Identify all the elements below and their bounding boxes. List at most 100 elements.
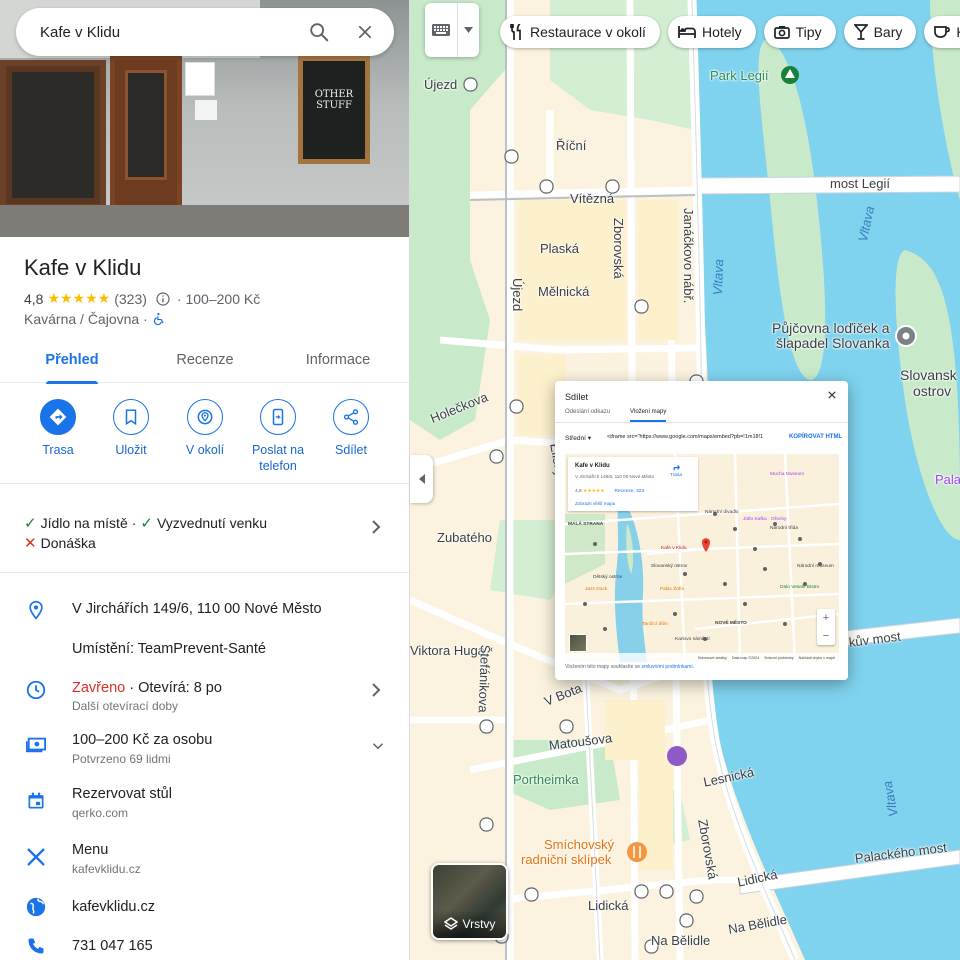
embed-code-field[interactable] <box>606 430 784 444</box>
share-dialog: Sdílet Odeslání odkazu Vložení mapy Stře… <box>555 381 848 680</box>
layers-label: Vrstvy <box>462 917 496 931</box>
collapse-panel-button[interactable] <box>410 455 433 503</box>
embed-map-label: Slovanský ostrov <box>651 564 688 569</box>
zoom-out-button[interactable]: − <box>817 627 835 645</box>
map-label: Lidická <box>588 898 629 913</box>
tab-about[interactable]: Informace <box>303 336 373 383</box>
category-row: Kavárna / Čajovna · <box>24 311 166 327</box>
close-icon <box>358 25 372 39</box>
photo-window <box>0 60 106 210</box>
share-label: Sdílet <box>335 443 367 457</box>
embed-larger-map-link[interactable]: Zobrazit větší mapu <box>575 501 615 506</box>
wheelchair-icon <box>153 312 164 326</box>
map-label-island[interactable]: ostrov <box>913 383 951 399</box>
address-row[interactable]: V Jirchářích 149/6, 110 00 Nové Město <box>0 592 409 628</box>
location-pin-icon <box>24 598 48 622</box>
reserve-text: Rezervovat stůl <box>72 786 172 802</box>
map-label: Mělnická <box>538 284 590 299</box>
copy-html-button[interactable]: KOPÍROVAT HTML <box>789 434 842 440</box>
share-icon <box>343 409 359 425</box>
terms-link[interactable]: smluvními podmínkami. <box>641 664 694 670</box>
keyboard-button[interactable] <box>425 3 457 57</box>
tab-overview[interactable]: Přehled <box>45 336 99 384</box>
close-dialog-button[interactable] <box>826 389 838 401</box>
map-label-park[interactable]: Park Legií <box>710 68 769 83</box>
amenities-row[interactable]: ✓ Jídlo na místě · ✓ Vyzvednutí venku ✕ … <box>0 485 409 573</box>
map-label-poi[interactable]: Půjčovna loďiček a <box>772 320 890 336</box>
star-rating: ★★★★★ <box>47 290 111 306</box>
map-label: Vítězná <box>570 191 615 206</box>
more-hours-text: Další otevírací doby <box>72 699 179 713</box>
chip-restaurants[interactable]: Restaurace v okolí <box>500 16 660 48</box>
layers-button[interactable]: Vrstvy <box>431 863 508 940</box>
search-box <box>16 8 394 56</box>
price-per-person: 100–200 Kč za osobu <box>72 732 213 748</box>
search-button[interactable] <box>296 8 342 56</box>
caret-left-icon <box>418 474 425 484</box>
hours-row[interactable]: Zavřeno · Otevírá: 8 po Další otevírací … <box>0 672 409 718</box>
phone-icon <box>24 934 48 958</box>
tab-embed-map[interactable]: Vložení mapy <box>630 409 667 422</box>
embed-size-select[interactable]: Střední ▾ <box>565 434 591 442</box>
chip-bars[interactable]: Bary <box>843 16 917 48</box>
chip-hotels[interactable]: Hotely <box>667 16 756 48</box>
embed-map-label: Palác Žofín <box>660 587 685 592</box>
amenities-line-1: ✓ Jídlo na místě · ✓ Vyzvednutí venku <box>24 514 267 532</box>
map-label-poi[interactable]: šlapadel Slovanka <box>776 335 890 351</box>
price-confirmed: Potvrzeno 69 lidmi <box>72 752 171 766</box>
embed-map-label: Národní divadlo <box>705 510 739 515</box>
embed-preview-map[interactable]: Kafe v Klidu V Jirchářích 149/6, 110 00 … <box>565 454 839 662</box>
directions-button[interactable]: Trasa <box>21 399 95 458</box>
check-icon: ✓ <box>140 515 153 532</box>
clear-search-button[interactable] <box>342 8 388 56</box>
chevron-right-icon <box>370 682 382 698</box>
save-button[interactable]: Uložit <box>94 399 168 458</box>
directions-icon <box>49 408 67 426</box>
send-to-phone-button[interactable]: Poslat na telefon <box>241 399 315 474</box>
chip-label: Ká <box>956 24 960 40</box>
tab-send-link[interactable]: Odeslání odkazu <box>565 409 610 415</box>
place-title: Kafe v Klidu <box>24 255 142 280</box>
amenity-delivery: Donáška <box>40 535 96 551</box>
embed-place-card: Kafe v Klidu V Jirchářích 149/6, 110 00 … <box>568 457 698 511</box>
maps-app: OTHER STUFF Kafe v Klidu 4,8 ★★★★★ (323)… <box>0 0 960 960</box>
phone-row[interactable]: 731 047 165 <box>0 930 409 960</box>
map-label-park[interactable]: Portheimka <box>513 772 579 787</box>
embed-directions[interactable]: Trasa <box>666 463 686 478</box>
chip-label: Restaurace v okolí <box>530 24 646 40</box>
embed-map-label: Národní třída <box>770 526 798 531</box>
menu-text: Menu <box>72 842 109 858</box>
search-input[interactable] <box>40 23 296 41</box>
embed-satellite-toggle[interactable] <box>569 634 587 652</box>
chip-coffee[interactable]: Ká <box>924 16 960 48</box>
map-label: Zborovská <box>611 218 626 279</box>
nearby-button[interactable]: V okolí <box>168 399 242 458</box>
place-panel: OTHER STUFF Kafe v Klidu 4,8 ★★★★★ (323)… <box>0 0 410 960</box>
price-row[interactable]: 100–200 Kč za osobu Potvrzeno 69 lidmi <box>0 725 409 771</box>
map-label-poi[interactable]: Smíchovský <box>544 837 614 852</box>
action-buttons: Trasa Uložit V okolí Poslat na telefon S… <box>0 395 409 484</box>
map-label-island[interactable]: Slovansk <box>900 367 957 383</box>
address-text: V Jirchářích 149/6, 110 00 Nové Město <box>72 601 322 617</box>
menu-row[interactable]: Menu kafevklidu.cz <box>0 835 409 881</box>
share-tabs: Odeslání odkazu Vložení mapy <box>555 407 848 423</box>
zoom-in-button[interactable]: + <box>817 609 835 627</box>
keyboard-dropdown[interactable] <box>457 3 479 57</box>
website-row[interactable]: kafevklidu.cz <box>0 890 409 924</box>
share-button[interactable]: Sdílet <box>314 399 388 458</box>
rating-value: 4,8 <box>24 290 44 307</box>
calendar-icon <box>24 789 48 813</box>
rating-row: 4,8 ★★★★★ (323) · 100–200 Kč <box>24 290 260 307</box>
reserve-row[interactable]: Rezervovat stůl qerko.com <box>0 779 409 825</box>
place-category[interactable]: Kavárna / Čajovna · <box>24 311 148 327</box>
info-icon[interactable] <box>155 291 171 307</box>
located-in-row[interactable]: Umístění: TeamPrevent-Santé <box>0 632 409 666</box>
review-count[interactable]: (323) <box>114 291 147 307</box>
map-label-poi[interactable]: Pala <box>935 472 960 487</box>
map-label: Na Bělidle <box>651 933 711 948</box>
chip-tips[interactable]: Tipy <box>763 16 836 48</box>
map-label-poi[interactable]: radniční sklípek <box>521 852 611 867</box>
embed-terms-note: Vložením této mapy souhlasíte se smluvní… <box>565 664 694 670</box>
embed-map-label: Jazz Dock <box>585 587 608 592</box>
tab-reviews[interactable]: Recenze <box>176 336 234 383</box>
